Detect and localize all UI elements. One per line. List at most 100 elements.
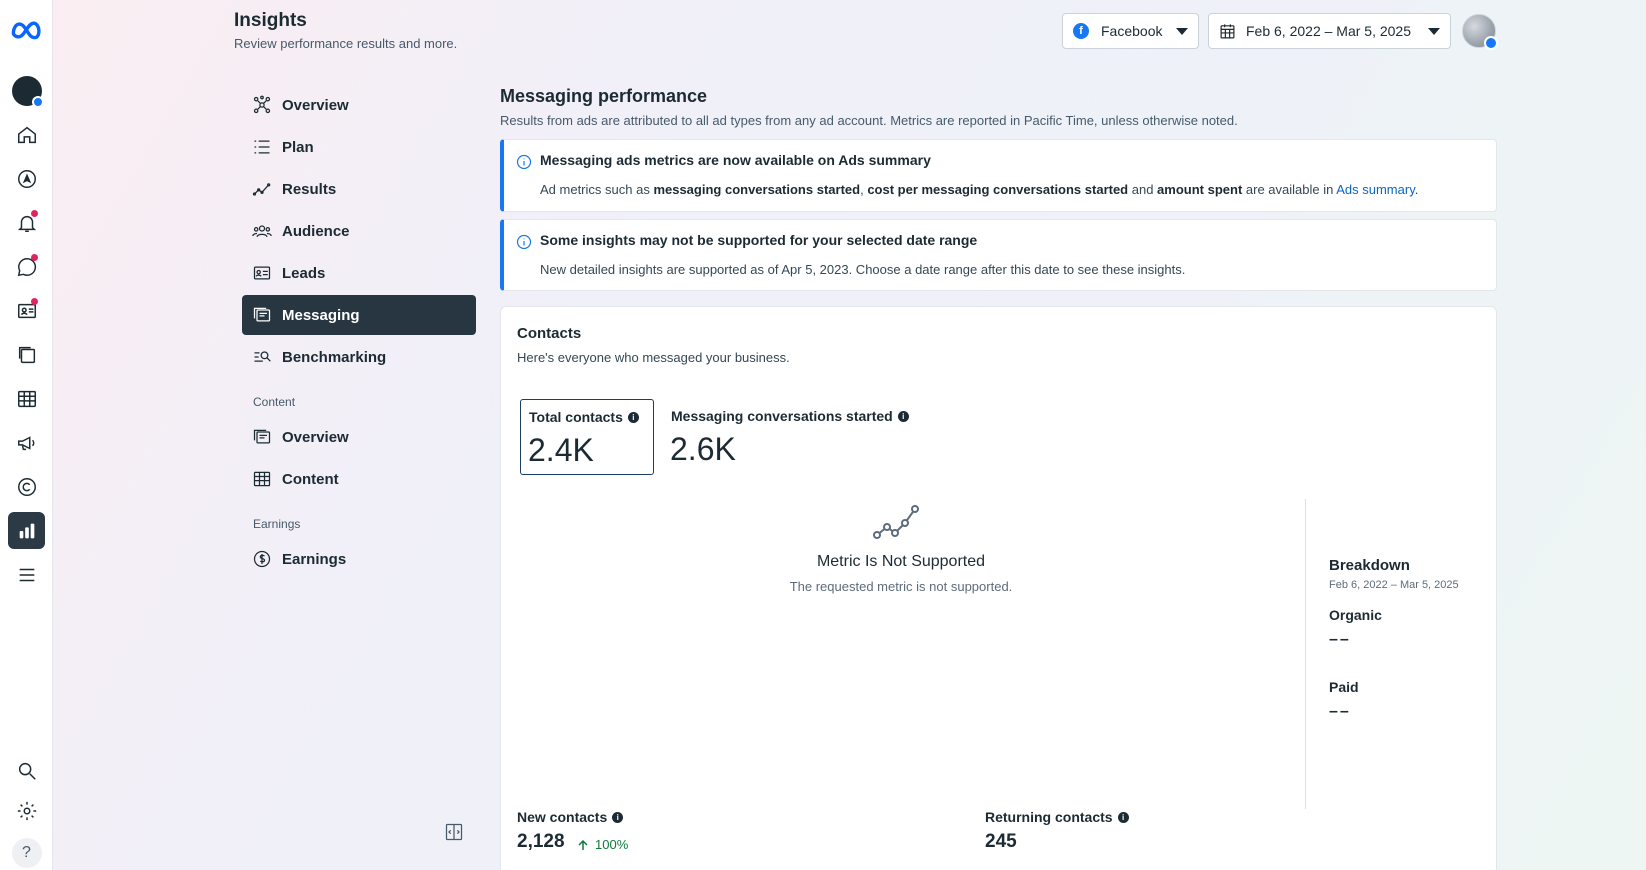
date-range-picker[interactable]: Feb 6, 2022 – Mar 5, 2025	[1208, 13, 1451, 49]
tab-messaging-conversations[interactable]: Messaging conversations started i 2.6K	[663, 399, 933, 475]
platform-dropdown[interactable]: f Facebook	[1062, 13, 1199, 49]
search-icon[interactable]	[8, 752, 45, 789]
nav-item-messaging[interactable]: Messaging	[242, 295, 476, 335]
nav-item-label: Plan	[282, 138, 314, 156]
tab-total-contacts[interactable]: Total contacts i 2.4K	[520, 399, 654, 475]
messaging-icon	[253, 307, 271, 322]
nav-item-label: Overview	[282, 96, 349, 114]
megaphone-icon[interactable]	[8, 424, 45, 461]
breakdown-title: Breakdown	[1329, 557, 1410, 574]
line-chart-icon	[873, 505, 919, 539]
table-icon[interactable]	[8, 380, 45, 417]
info-icon[interactable]: i	[612, 811, 624, 823]
copyright-icon[interactable]	[8, 468, 45, 505]
chevron-down-icon	[1176, 27, 1188, 35]
content-table-icon	[253, 471, 271, 487]
results-icon	[252, 183, 271, 196]
date-range-label: Feb 6, 2022 – Mar 5, 2025	[1246, 23, 1411, 39]
nav-item-content-overview[interactable]: Overview	[242, 417, 476, 457]
plan-icon	[254, 140, 270, 154]
empty-state-subtitle: The requested metric is not supported.	[789, 579, 1013, 594]
notice-date-range: Some insights may not be supported for y…	[500, 219, 1497, 291]
nav-item-overview[interactable]: Overview	[242, 85, 476, 125]
organic-value: ––	[1329, 631, 1351, 648]
help-label: ?	[11, 837, 42, 868]
new-contacts-label: New contacts i	[517, 809, 624, 825]
chat-icon[interactable]	[8, 248, 45, 285]
info-icon[interactable]: i	[897, 410, 909, 422]
contact-card-icon[interactable]	[8, 292, 45, 329]
trend-value: 100%	[595, 837, 629, 852]
organic-label: Organic	[1329, 607, 1382, 623]
collapse-sidebar-icon[interactable]	[444, 822, 464, 842]
leads-icon	[253, 266, 271, 280]
empty-state-title: Metric Is Not Supported	[816, 553, 986, 570]
section-title: Messaging performance	[500, 86, 708, 106]
nav-item-label: Overview	[282, 428, 349, 446]
facebook-icon: f	[1073, 23, 1089, 39]
page-title: Insights	[234, 10, 307, 31]
bell-icon[interactable]	[8, 204, 45, 241]
pages-icon[interactable]	[8, 336, 45, 373]
section-subtitle: Results from ads are attributed to all a…	[500, 113, 1238, 128]
nav-item-leads[interactable]: Leads	[242, 253, 476, 293]
breakdown-date: Feb 6, 2022 – Mar 5, 2025	[1329, 579, 1459, 591]
paid-label: Paid	[1329, 679, 1359, 695]
arrow-up-icon	[578, 839, 588, 850]
section-label-content: Content	[253, 395, 296, 409]
contacts-card: Contacts Here's everyone who messaged yo…	[500, 306, 1497, 870]
nav-item-label: Benchmarking	[282, 348, 387, 366]
account-avatar-icon[interactable]	[8, 72, 45, 109]
ads-summary-link[interactable]: Ads summary	[1336, 182, 1415, 197]
nav-item-label: Messaging	[282, 306, 360, 324]
nav-item-plan[interactable]: Plan	[242, 127, 476, 167]
benchmarking-icon	[254, 351, 271, 362]
notice-bold-text: amount spent	[1157, 182, 1243, 197]
nav-item-content[interactable]: Content	[242, 459, 476, 499]
nav-item-results[interactable]: Results	[242, 169, 476, 209]
new-contacts-trend: 100%	[577, 837, 628, 852]
left-rail: ?	[0, 0, 53, 870]
page-subtitle: Review performance results and more.	[234, 36, 458, 51]
nav-item-earnings[interactable]: Earnings	[242, 539, 476, 579]
info-icon[interactable]: i	[627, 411, 639, 423]
info-icon[interactable]: i	[1117, 811, 1129, 823]
help-icon[interactable]: ?	[8, 834, 45, 870]
notice-ads-summary: Messaging ads metrics are now available …	[500, 139, 1497, 212]
notice-text: Ad metrics such as	[540, 182, 654, 197]
nav-item-label: Audience	[282, 222, 350, 240]
contacts-title: Contacts	[517, 325, 582, 342]
new-contacts-label-text: New contacts	[517, 809, 608, 825]
metric-label: Messaging conversations started i	[671, 408, 909, 424]
section-label-earnings: Earnings	[253, 517, 301, 531]
returning-contacts-label: Returning contacts i	[985, 809, 1129, 825]
nav-item-label: Earnings	[282, 550, 347, 568]
chevron-down-icon	[1428, 27, 1440, 35]
metric-label: Total contacts i	[529, 409, 639, 425]
notice-bold-text: cost per messaging conversations started	[867, 182, 1129, 197]
returning-contacts-label-text: Returning contacts	[985, 809, 1113, 825]
nav-item-benchmarking[interactable]: Benchmarking	[242, 337, 476, 377]
profile-avatar[interactable]	[1462, 14, 1498, 50]
notice-body: Ad metrics such as messaging conversatio…	[540, 182, 1418, 197]
nav-item-audience[interactable]: Audience	[242, 211, 476, 251]
meta-logo-icon[interactable]	[8, 11, 45, 48]
notice-body: New detailed insights are supported as o…	[540, 262, 1186, 277]
audience-icon	[252, 225, 272, 238]
notice-text: and	[1128, 182, 1158, 197]
gear-icon[interactable]	[8, 792, 45, 829]
dollar-icon	[253, 550, 271, 568]
compass-icon[interactable]	[8, 160, 45, 197]
home-icon[interactable]	[8, 116, 45, 153]
bar-chart-icon[interactable]	[8, 512, 45, 549]
metric-label-text: Messaging conversations started	[671, 408, 893, 424]
metric-value: 2.6K	[670, 431, 736, 467]
overview-icon	[253, 95, 271, 114]
nav-item-label: Results	[282, 180, 337, 198]
returning-contacts-value: 245	[985, 831, 1017, 852]
notice-text: are available in	[1242, 182, 1337, 197]
menu-icon[interactable]	[8, 556, 45, 593]
content-overview-icon	[253, 429, 271, 444]
facebook-badge-icon	[1484, 36, 1498, 50]
notice-title: Some insights may not be supported for y…	[540, 232, 978, 248]
